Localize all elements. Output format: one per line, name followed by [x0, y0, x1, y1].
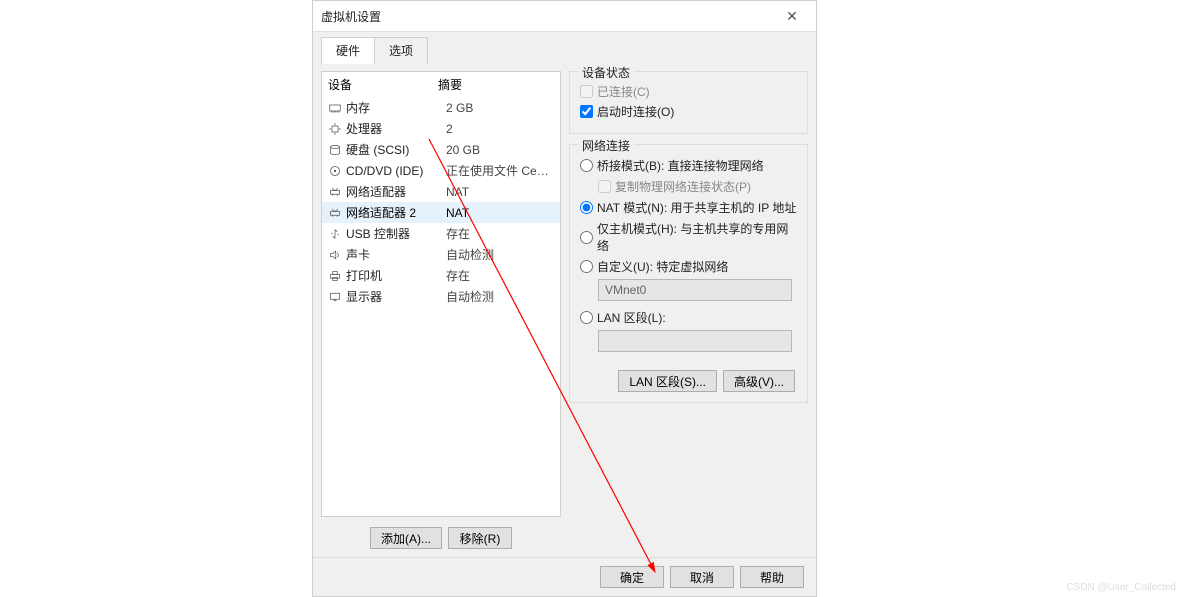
device-row[interactable]: 打印机存在	[322, 265, 560, 286]
device-summary: 自动检测	[446, 246, 554, 263]
radio-nat[interactable]: NAT 模式(N): 用于共享主机的 IP 地址	[580, 199, 797, 216]
left-panel: 设备 摘要 内存 2 GB 处理器 2 硬盘 (SCSI) 20 GB CD/DVD (ID…	[321, 71, 561, 549]
radio-lan[interactable]: LAN 区段(L):	[580, 309, 797, 326]
device-name: 处理器	[346, 120, 442, 137]
device-summary: 正在使用文件 CentOS-7-x86_...	[446, 162, 554, 179]
device-name: USB 控制器	[346, 225, 442, 242]
usb-icon	[328, 228, 342, 240]
device-summary: NAT	[446, 185, 554, 199]
ok-button[interactable]: 确定	[600, 566, 664, 588]
device-list: 设备 摘要 内存 2 GB 处理器 2 硬盘 (SCSI) 20 GB CD/DVD (ID…	[321, 71, 561, 517]
replicate-checkbox: 复制物理网络连接状态(P)	[598, 178, 797, 195]
col-device: 设备	[328, 76, 438, 93]
radio-hostonly[interactable]: 仅主机模式(H): 与主机共享的专用网络	[580, 220, 797, 254]
radio-bridged[interactable]: 桥接模式(B): 直接连接物理网络	[580, 157, 797, 174]
memory-icon	[328, 102, 342, 114]
watermark: CSDN @User_Collected	[1066, 582, 1176, 593]
device-status-group: 设备状态 已连接(C) 启动时连接(O)	[569, 71, 808, 134]
connected-input	[580, 85, 593, 98]
radio-nat-input[interactable]	[580, 201, 593, 214]
lan-segment-select[interactable]	[598, 330, 792, 352]
device-name: 硬盘 (SCSI)	[346, 141, 442, 158]
custom-network-select[interactable]: VMnet0	[598, 279, 792, 301]
col-summary: 摘要	[438, 76, 462, 93]
device-summary: 2 GB	[446, 101, 554, 115]
device-buttons: 添加(A)... 移除(R)	[321, 523, 561, 549]
device-row[interactable]: 网络适配器 2 NAT	[322, 202, 560, 223]
advanced-button[interactable]: 高级(V)...	[723, 370, 795, 392]
device-summary: 20 GB	[446, 143, 554, 157]
dialog-footer: 确定 取消 帮助	[313, 557, 816, 596]
disk-icon	[328, 144, 342, 156]
device-list-header: 设备 摘要	[322, 72, 560, 97]
device-name: 声卡	[346, 246, 442, 263]
device-row[interactable]: 声卡自动检测	[322, 244, 560, 265]
network-connection-group: 网络连接 桥接模式(B): 直接连接物理网络 复制物理网络连接状态(P) NAT…	[569, 144, 808, 403]
radio-bridged-input[interactable]	[580, 159, 593, 172]
radio-custom[interactable]: 自定义(U): 特定虚拟网络	[580, 258, 797, 275]
device-summary: 存在	[446, 225, 554, 242]
device-row[interactable]: USB 控制器存在	[322, 223, 560, 244]
titlebar: 虚拟机设置 ✕	[313, 1, 816, 32]
status-legend: 设备状态	[578, 64, 634, 81]
network-legend: 网络连接	[578, 137, 634, 154]
window-title: 虚拟机设置	[321, 8, 776, 25]
replicate-input	[598, 180, 611, 193]
vm-settings-dialog: 虚拟机设置 ✕ 硬件 选项 设备 摘要 内存 2 GB 处理器 2 硬盘 (SCSI) 2…	[312, 0, 817, 597]
device-row[interactable]: 处理器 2	[322, 118, 560, 139]
device-row[interactable]: 内存 2 GB	[322, 97, 560, 118]
device-summary: 自动检测	[446, 288, 554, 305]
device-name: 内存	[346, 99, 442, 116]
tab-hardware[interactable]: 硬件	[321, 37, 375, 64]
cancel-button[interactable]: 取消	[670, 566, 734, 588]
device-summary: 2	[446, 122, 554, 136]
cd-icon	[328, 165, 342, 177]
device-row[interactable]: 显示器自动检测	[322, 286, 560, 307]
device-row[interactable]: 硬盘 (SCSI) 20 GB	[322, 139, 560, 160]
tab-options[interactable]: 选项	[374, 37, 428, 64]
device-name: CD/DVD (IDE)	[346, 164, 442, 178]
connect-at-poweron-input[interactable]	[580, 105, 593, 118]
device-row[interactable]: 网络适配器 NAT	[322, 181, 560, 202]
right-panel: 设备状态 已连接(C) 启动时连接(O) 网络连接 桥接模式(B): 直接连接物…	[569, 71, 808, 549]
radio-hostonly-input[interactable]	[580, 231, 593, 244]
display-icon	[328, 291, 342, 303]
device-summary: 存在	[446, 267, 554, 284]
add-button[interactable]: 添加(A)...	[370, 527, 442, 549]
remove-button[interactable]: 移除(R)	[448, 527, 512, 549]
connect-at-poweron-checkbox[interactable]: 启动时连接(O)	[580, 103, 797, 120]
network-icon	[328, 186, 342, 198]
device-row[interactable]: CD/DVD (IDE) 正在使用文件 CentOS-7-x86_...	[322, 160, 560, 181]
device-name: 打印机	[346, 267, 442, 284]
device-name: 显示器	[346, 288, 442, 305]
dialog-body: 设备 摘要 内存 2 GB 处理器 2 硬盘 (SCSI) 20 GB CD/DVD (ID…	[313, 63, 816, 557]
radio-lan-input[interactable]	[580, 311, 593, 324]
tab-strip: 硬件 选项	[313, 32, 816, 63]
radio-custom-input[interactable]	[580, 260, 593, 273]
lan-segments-button[interactable]: LAN 区段(S)...	[618, 370, 717, 392]
close-icon[interactable]: ✕	[776, 8, 808, 25]
device-summary: NAT	[446, 206, 554, 220]
sound-icon	[328, 249, 342, 261]
help-button[interactable]: 帮助	[740, 566, 804, 588]
network-icon	[328, 207, 342, 219]
device-name: 网络适配器 2	[346, 204, 442, 221]
cpu-icon	[328, 123, 342, 135]
device-name: 网络适配器	[346, 183, 442, 200]
connected-checkbox: 已连接(C)	[580, 83, 797, 100]
printer-icon	[328, 270, 342, 282]
